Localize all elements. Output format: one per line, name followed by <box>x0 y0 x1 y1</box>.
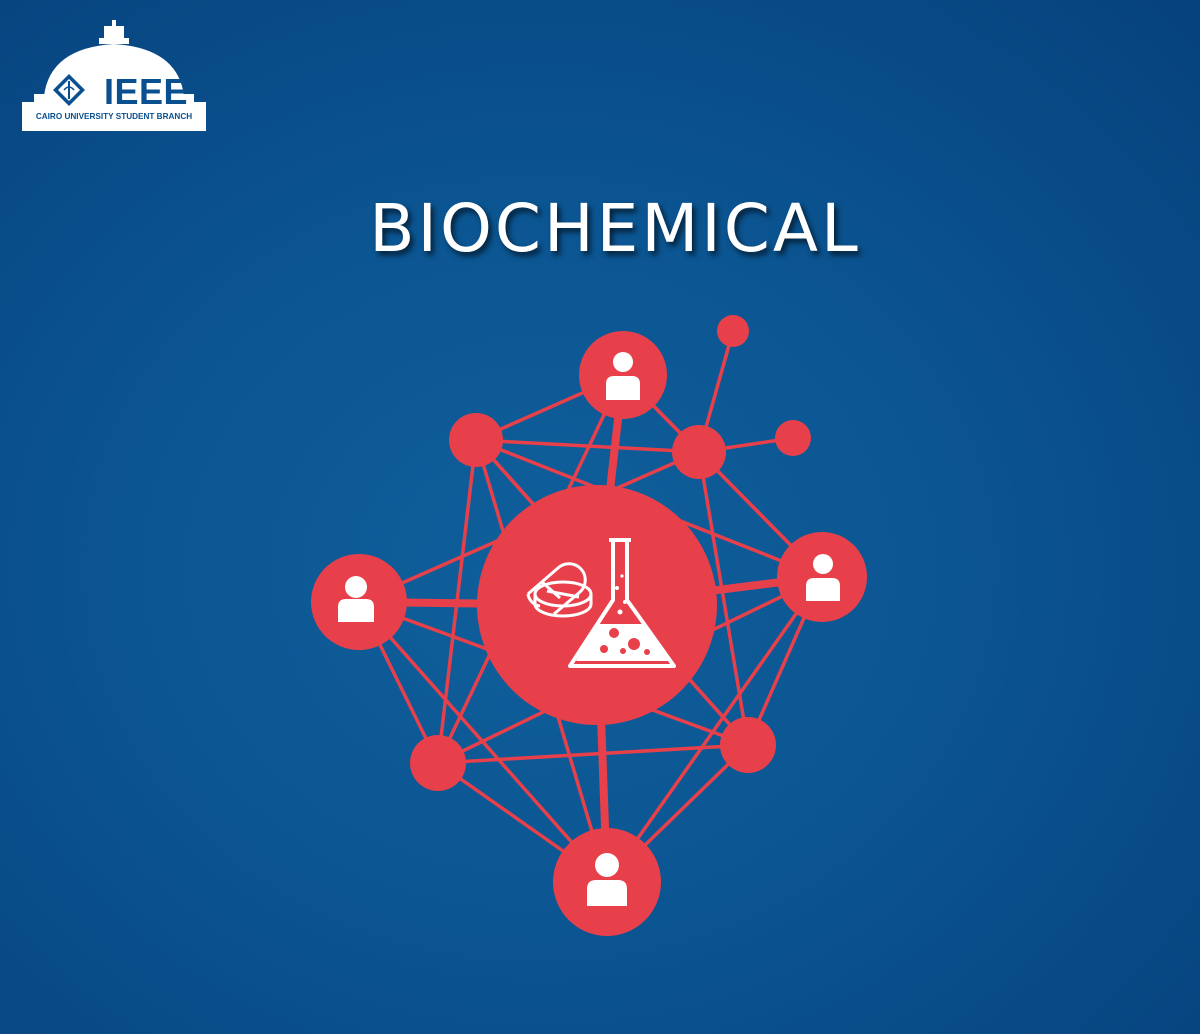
network-node <box>410 735 466 791</box>
network-node <box>717 315 749 347</box>
network-node <box>449 413 503 467</box>
network-node <box>672 425 726 479</box>
person-node-left <box>311 554 407 650</box>
biochemical-network-illustration <box>311 315 867 936</box>
network-node <box>775 420 811 456</box>
network-node <box>720 717 776 773</box>
person-node-top <box>579 331 667 419</box>
central-hub <box>477 485 717 725</box>
person-node-right <box>777 532 867 622</box>
person-node-bottom <box>553 828 661 936</box>
